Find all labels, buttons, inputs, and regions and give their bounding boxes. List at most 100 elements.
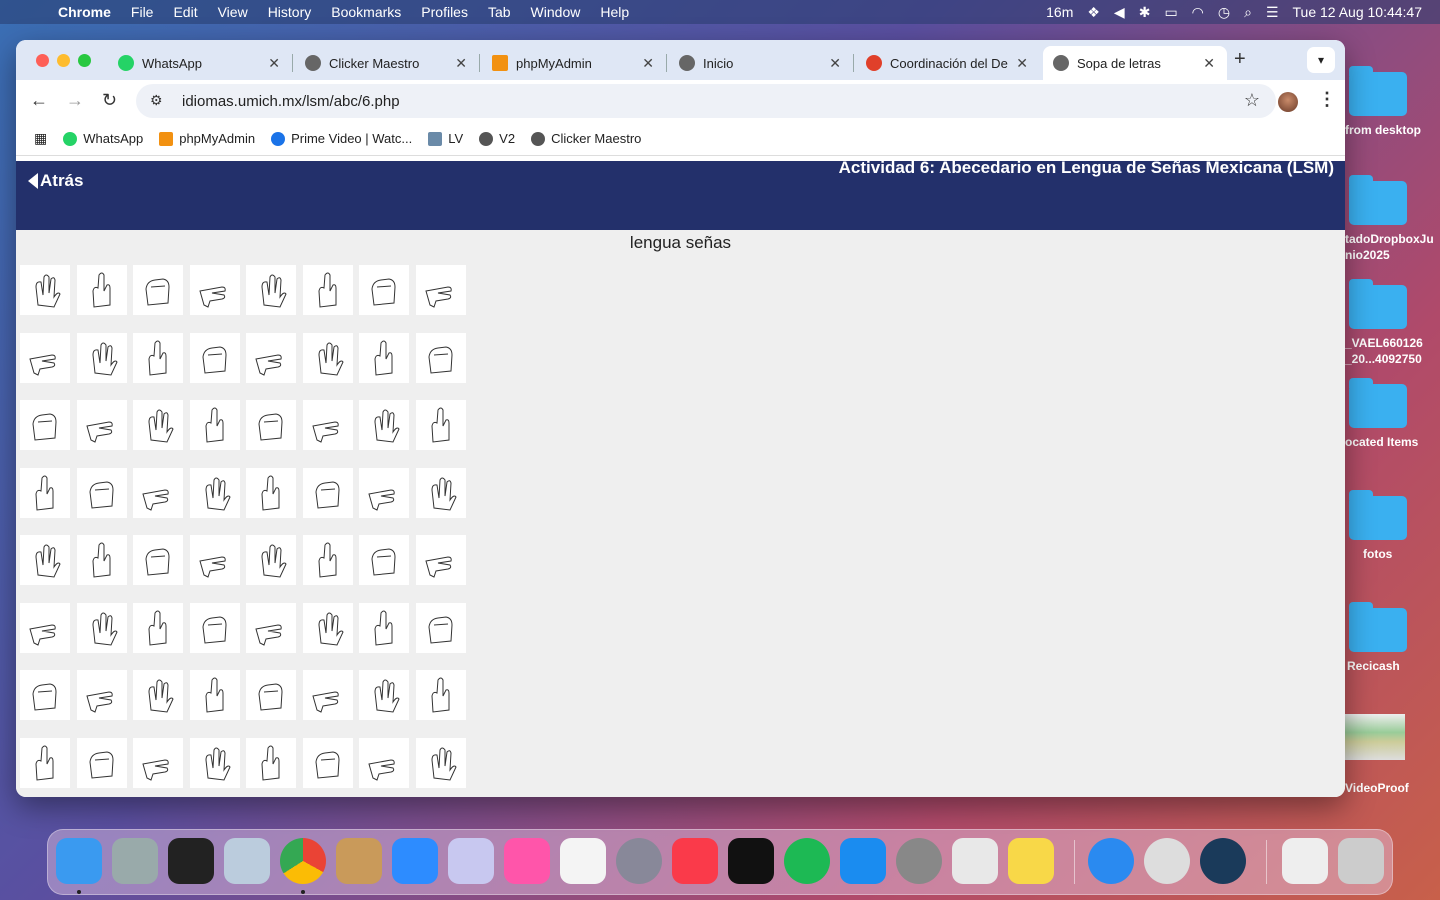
letter-cell[interactable] [246, 535, 296, 585]
letter-cell[interactable] [415, 670, 466, 720]
minimize-window-button[interactable] [57, 53, 70, 67]
letter-cell[interactable] [359, 332, 409, 383]
tex-icon[interactable] [616, 838, 662, 884]
letter-cell[interactable] [246, 670, 296, 720]
letter-cell[interactable] [20, 265, 70, 315]
letter-cell[interactable] [76, 467, 127, 518]
letter-cell[interactable] [415, 602, 466, 653]
music-icon[interactable] [672, 838, 718, 884]
letter-cell[interactable] [189, 265, 240, 315]
menu-window[interactable]: Window [521, 4, 591, 20]
close-tab-icon[interactable]: ✕ [268, 55, 280, 72]
letter-cell[interactable] [133, 265, 183, 315]
bookmark-v2[interactable]: V2 [479, 131, 515, 146]
close-tab-icon[interactable]: ✕ [1203, 55, 1215, 72]
url-text[interactable]: idiomas.umich.mx/lsm/abc/6.php [182, 93, 400, 110]
letter-cell[interactable] [415, 467, 466, 518]
letter-cell[interactable] [76, 670, 127, 720]
desktop-item[interactable]: fotos [1345, 490, 1440, 562]
letter-cell[interactable] [246, 467, 296, 518]
tab-sopa-de-letras[interactable]: Sopa de letras ✕ [1043, 46, 1227, 80]
profile-avatar[interactable] [1278, 92, 1298, 112]
close-tab-icon[interactable]: ✕ [642, 55, 654, 72]
bluetooth-icon[interactable]: ✱ [1139, 4, 1151, 21]
letter-cell[interactable] [189, 400, 240, 450]
close-tab-icon[interactable]: ✕ [455, 55, 467, 72]
bookmark-lv[interactable]: LV [428, 131, 463, 146]
desktop-item[interactable]: _VAEL660126 _20...4092750 [1345, 279, 1440, 367]
finder-icon[interactable] [56, 838, 102, 884]
spotlight-search-icon[interactable]: ⌕ [1244, 4, 1252, 21]
tab-phpmyadmin[interactable]: phpMyAdmin ✕ [482, 46, 667, 80]
letter-cell[interactable] [189, 737, 240, 788]
close-window-button[interactable] [36, 53, 49, 67]
letter-cell[interactable] [76, 535, 127, 585]
battery-icon[interactable]: ▭ [1164, 4, 1177, 21]
launchpad-icon[interactable] [112, 838, 158, 884]
letter-cell[interactable] [76, 602, 127, 653]
letter-cell[interactable] [76, 265, 127, 315]
desktop-item[interactable]: tadoDropboxJu nio2025 [1345, 175, 1440, 263]
bookmark-whatsapp[interactable]: WhatsApp [63, 131, 143, 146]
letter-cell[interactable] [359, 602, 409, 653]
forward-arrow-icon[interactable]: → [66, 90, 84, 111]
latexit-icon[interactable] [1144, 838, 1190, 884]
site-settings-icon[interactable]: ⚙ [150, 92, 168, 110]
desktop-item[interactable]: ocated Items [1345, 378, 1440, 450]
letter-cell[interactable] [76, 737, 127, 788]
quicktime-icon[interactable] [1200, 838, 1246, 884]
dropbox-icon[interactable]: ❖ [1087, 4, 1100, 21]
menu-edit[interactable]: Edit [163, 4, 207, 20]
safari-icon[interactable] [1088, 838, 1134, 884]
letter-cell[interactable] [189, 670, 240, 720]
letter-cell[interactable] [20, 332, 70, 383]
letter-cell[interactable] [359, 737, 409, 788]
wifi-icon[interactable]: ◠ [1192, 4, 1204, 21]
documents-icon[interactable] [1282, 838, 1328, 884]
menu-view[interactable]: View [208, 4, 258, 20]
app-store-icon[interactable] [840, 838, 886, 884]
letter-cell[interactable] [359, 400, 409, 450]
letter-cell[interactable] [20, 602, 70, 653]
menu-help[interactable]: Help [590, 4, 639, 20]
tab-whatsapp[interactable]: WhatsApp ✕ [108, 46, 293, 80]
letter-cell[interactable] [133, 670, 183, 720]
letter-cell[interactable] [133, 332, 183, 383]
zoom-window-button[interactable] [78, 53, 91, 67]
bookmark-prime-video[interactable]: Prime Video | Watc... [271, 131, 412, 146]
letter-cell[interactable] [20, 670, 70, 720]
back-link[interactable]: Atrás [28, 171, 83, 191]
letter-cell[interactable] [20, 467, 70, 518]
tab-search-chevron-icon[interactable]: ▾ [1307, 47, 1335, 73]
letter-cell[interactable] [133, 467, 183, 518]
letter-cell[interactable] [302, 737, 353, 788]
letter-cell[interactable] [20, 535, 70, 585]
tv-icon[interactable] [728, 838, 774, 884]
reload-icon[interactable]: ↻ [102, 90, 117, 111]
letter-cell[interactable] [415, 535, 466, 585]
menu-profiles[interactable]: Profiles [411, 4, 478, 20]
bookmark-clicker-maestro[interactable]: Clicker Maestro [531, 131, 641, 146]
system-settings-icon[interactable] [896, 838, 942, 884]
tab-inicio[interactable]: Inicio ✕ [669, 46, 854, 80]
letter-cell[interactable] [246, 265, 296, 315]
letter-cell[interactable] [359, 265, 409, 315]
widgets-icon[interactable] [168, 838, 214, 884]
letter-cell[interactable] [246, 602, 296, 653]
letter-cell[interactable] [189, 332, 240, 383]
letter-cell[interactable] [76, 332, 127, 383]
new-tab-button[interactable]: + [1234, 48, 1246, 71]
letter-cell[interactable] [189, 602, 240, 653]
letter-cell[interactable] [302, 670, 353, 720]
letter-cell[interactable] [302, 265, 353, 315]
contacts-icon[interactable] [336, 838, 382, 884]
bookmark-phpmyadmin[interactable]: phpMyAdmin [159, 131, 255, 146]
letter-cell[interactable] [246, 332, 296, 383]
time-machine-icon[interactable]: ◷ [1218, 4, 1230, 21]
chrome-menu-icon[interactable]: ⋮ [1318, 89, 1336, 110]
bbedit-icon[interactable] [448, 838, 494, 884]
close-tab-icon[interactable]: ✕ [829, 55, 841, 72]
notes-icon[interactable] [1008, 838, 1054, 884]
letter-cell[interactable] [415, 400, 466, 450]
menu-history[interactable]: History [258, 4, 322, 20]
